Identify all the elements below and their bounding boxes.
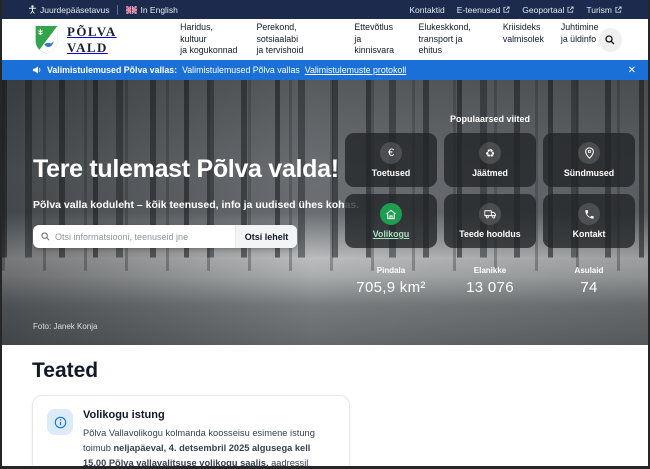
tile-teede-hooldus[interactable]: Teede hooldus (444, 194, 536, 248)
tile-grid: € Toetused ♻ Jäätmed Sündmused (345, 133, 635, 248)
notice-card[interactable]: Volikogu istung Põlva Vallavolikogu kolm… (32, 395, 350, 469)
tile-toetused[interactable]: € Toetused (345, 133, 437, 187)
phone-icon (578, 203, 600, 225)
external-link-icon (503, 6, 510, 13)
euro-icon: € (380, 142, 402, 164)
main-content: Teated Volikogu istung Põlva Vallavoliko… (2, 345, 648, 469)
language-link[interactable]: In English (126, 5, 177, 15)
search-icon (605, 35, 615, 45)
accessibility-label: Juurdepääsetavus (40, 5, 109, 15)
nav-item-haridus[interactable]: Haridus, kultuurja kogukonnad (180, 22, 239, 56)
topbar-link-kontaktid[interactable]: Kontaktid (409, 5, 444, 15)
announcement-title: Valimistulemused Põlva vallas: (47, 65, 177, 75)
notice-content: Volikogu istung Põlva Vallavolikogu kolm… (83, 409, 335, 469)
search-icon (41, 232, 50, 241)
recycle-icon: ♻ (479, 142, 501, 164)
topbar-divider (117, 5, 118, 15)
accessibility-link[interactable]: Juurdepääsetavus (28, 5, 109, 15)
announcement-link[interactable]: Valimistulemuste protokoll (305, 65, 407, 75)
stat-elanikke: Elanikke 13 076 (444, 266, 536, 296)
home-icon (380, 203, 402, 225)
photo-credit: Foto: Janek Konja (33, 322, 97, 331)
header-search-button[interactable] (599, 28, 622, 52)
stat-pindala: Pindala 705,9 km² (345, 266, 437, 296)
site-logo[interactable]: PÕLVA VALD (34, 24, 158, 56)
site-name: PÕLVA VALD (67, 24, 158, 56)
popular-links: Populaarsed viited € Toetused ♻ Jäätmed … (345, 114, 635, 248)
announcement-text: Valimistulemused Põlva vallas (182, 65, 300, 75)
notice-body: Põlva Vallavolikogu kolmanda koosseisu e… (83, 426, 335, 469)
notice-title: Volikogu istung (83, 409, 335, 421)
nav-item-juhtimine[interactable]: Juhtimineja üldinfo (561, 22, 599, 56)
page: Juurdepääsetavus In English Kontaktid E-… (0, 0, 650, 469)
map-pin-icon (578, 142, 600, 164)
megaphone-icon (32, 65, 42, 75)
coat-of-arms-icon (34, 25, 59, 54)
municipality-stats: Pindala 705,9 km² Elanikke 13 076 Asulai… (345, 266, 635, 296)
topbar-link-eteenused[interactable]: E-teenused (457, 5, 510, 15)
stat-asulaid: Asulaid 74 (543, 266, 635, 296)
topbar: Juurdepääsetavus In English Kontaktid E-… (2, 0, 648, 19)
truck-icon (479, 203, 501, 225)
nav-item-kriisideks[interactable]: Kriisideksvalmisolek (503, 22, 544, 56)
tile-kontakt[interactable]: Kontakt (543, 194, 635, 248)
main-nav: Haridus, kultuurja kogukonnad Perekond, … (180, 22, 598, 56)
tile-jaatmed[interactable]: ♻ Jäätmed (444, 133, 536, 187)
accessibility-icon (28, 5, 37, 14)
language-label: In English (140, 5, 177, 15)
topbar-link-turism[interactable]: Turism (586, 5, 622, 15)
tile-sundmused[interactable]: Sündmused (543, 133, 635, 187)
teated-heading: Teated (2, 345, 648, 395)
info-icon (47, 409, 73, 435)
external-link-icon (615, 6, 622, 13)
hero-subtitle: Põlva valla koduleht – kõik teenused, in… (33, 199, 359, 211)
announcement-bar: Valimistulemused Põlva vallas: Valimistu… (2, 60, 648, 80)
tile-volikogu[interactable]: Volikogu (345, 194, 437, 248)
popular-links-title: Populaarsed viited (345, 114, 635, 124)
site-header: PÕLVA VALD Haridus, kultuurja kogukonnad… (2, 19, 648, 60)
external-link-icon (567, 6, 574, 13)
close-icon[interactable]: ✕ (628, 65, 636, 76)
nav-item-perekond[interactable]: Perekond, sotsiaalabija tervishoid (256, 22, 337, 56)
nav-item-elukeskkond[interactable]: Elukeskkond,transport ja ehitus (419, 22, 486, 56)
nav-item-ettevotlus[interactable]: Ettevõtlusja kinnisvara (354, 22, 401, 56)
search-input[interactable] (50, 232, 235, 242)
topbar-link-geoportaal[interactable]: Geoportaal (522, 5, 574, 15)
search-submit-button[interactable]: Otsi lehelt (235, 225, 297, 248)
hero-title: Tere tulemast Põlva valda! (33, 155, 339, 184)
hero-section: Tere tulemast Põlva valda! Põlva valla k… (2, 80, 648, 345)
uk-flag-icon (126, 6, 137, 14)
hero-search: Otsi lehelt (33, 225, 297, 248)
